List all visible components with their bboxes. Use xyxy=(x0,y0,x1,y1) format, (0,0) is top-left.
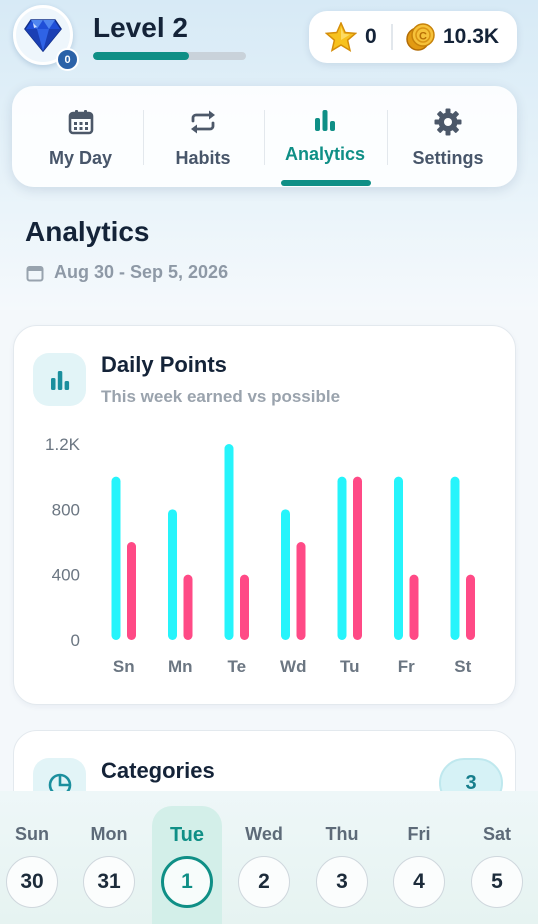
date-range-text: Aug 30 - Sep 5, 2026 xyxy=(54,262,229,282)
bar-possible[interactable] xyxy=(394,476,403,640)
y-tick-label: 0 xyxy=(71,631,80,650)
day-name: Tue xyxy=(169,824,205,846)
bar-possible[interactable] xyxy=(168,509,177,640)
page-title: Analytics xyxy=(25,216,150,247)
tab-my-day[interactable]: My Day xyxy=(12,86,149,187)
tab-label: My Day xyxy=(48,148,113,168)
level-progress-fill xyxy=(93,52,190,60)
day-date: 3 xyxy=(316,856,368,908)
active-tab-indicator xyxy=(281,180,371,186)
day-tue[interactable]: Tue 1 xyxy=(152,791,222,924)
gear-icon xyxy=(432,106,464,138)
y-tick-label: 800 xyxy=(52,500,80,519)
day-date: 4 xyxy=(393,856,445,908)
calendar-icon xyxy=(26,265,44,281)
tab-label: Settings xyxy=(412,148,484,168)
tab-analytics[interactable]: Analytics xyxy=(265,86,385,187)
day-fri[interactable]: Fri 4 xyxy=(384,791,454,924)
level-progress-bar xyxy=(93,52,246,60)
x-tick-label: Fr xyxy=(398,657,415,676)
week-strip: Sun 30 Mon 31 Tue 1 Wed 2 Thu 3 Fri 4 Sa… xyxy=(0,791,538,924)
tab-divider xyxy=(387,110,388,165)
bar-earned[interactable] xyxy=(466,574,475,640)
y-tick-label: 400 xyxy=(52,566,80,585)
day-name: Sun xyxy=(15,824,49,844)
bar-earned[interactable] xyxy=(127,542,136,640)
x-tick-label: Mn xyxy=(168,657,193,676)
currency-panel[interactable]: 0 C 10.3K xyxy=(309,11,517,63)
bar-earned[interactable] xyxy=(353,476,362,640)
bar-earned[interactable] xyxy=(296,542,306,640)
daily-points-chart: 0 400 800 1.2K Sn Mn Te Wd Tu Fr St xyxy=(45,435,475,676)
day-sat[interactable]: Sat 5 xyxy=(462,791,532,924)
coins-count: 10.3K xyxy=(443,25,500,48)
x-tick-label: Sn xyxy=(113,657,135,676)
day-wed[interactable]: Wed 2 xyxy=(229,791,299,924)
stars-count: 0 xyxy=(365,25,377,48)
avatar-level-badge: 0 xyxy=(56,48,79,71)
day-sun[interactable]: Sun 30 xyxy=(0,791,67,924)
tab-habits[interactable]: Habits xyxy=(143,86,263,187)
bar-possible[interactable] xyxy=(224,444,234,640)
bar-possible[interactable] xyxy=(111,476,121,640)
tab-label: Habits xyxy=(175,148,231,168)
x-tick-label: St xyxy=(454,657,471,676)
x-tick-label: Wd xyxy=(280,657,306,676)
tab-divider xyxy=(143,110,144,165)
day-date: 5 xyxy=(471,856,523,908)
bar-possible[interactable] xyxy=(337,476,347,640)
day-name: Fri xyxy=(407,824,431,844)
svg-text:C: C xyxy=(419,31,427,43)
x-tick-label: Tu xyxy=(340,657,360,676)
calendar-icon xyxy=(65,106,97,138)
day-name: Mon xyxy=(90,824,128,844)
date-range[interactable]: Aug 30 - Sep 5, 2026 xyxy=(26,262,228,283)
bar-earned[interactable] xyxy=(183,574,193,640)
day-mon[interactable]: Mon 31 xyxy=(74,791,144,924)
repeat-icon xyxy=(187,106,219,138)
day-name: Wed xyxy=(245,824,283,844)
bar-earned[interactable] xyxy=(240,574,249,640)
tab-divider xyxy=(264,110,265,165)
star-icon xyxy=(324,21,358,57)
tab-settings[interactable]: Settings xyxy=(387,86,509,187)
day-name: Thu xyxy=(325,824,359,844)
day-thu[interactable]: Thu 3 xyxy=(307,791,377,924)
daily-points-card: Daily Points This week earned vs possibl… xyxy=(13,325,516,705)
tab-label: Analytics xyxy=(284,144,366,164)
bar-chart-icon xyxy=(309,104,341,136)
card-title: Categories xyxy=(101,758,215,783)
diamond-icon xyxy=(24,19,62,52)
y-tick-label: 1.2K xyxy=(45,435,81,454)
bar-earned[interactable] xyxy=(409,574,419,640)
coins-icon: C xyxy=(405,22,437,57)
x-tick-label: Te xyxy=(227,657,246,676)
bar-possible[interactable] xyxy=(450,476,460,640)
bar-possible[interactable] xyxy=(281,509,290,640)
day-date: 1 xyxy=(161,856,213,908)
day-date: 2 xyxy=(238,856,290,908)
day-date: 30 xyxy=(6,856,58,908)
currency-divider xyxy=(391,24,393,50)
day-date: 31 xyxy=(83,856,135,908)
day-name: Sat xyxy=(482,824,511,844)
level-label: Level 2 xyxy=(93,12,188,43)
